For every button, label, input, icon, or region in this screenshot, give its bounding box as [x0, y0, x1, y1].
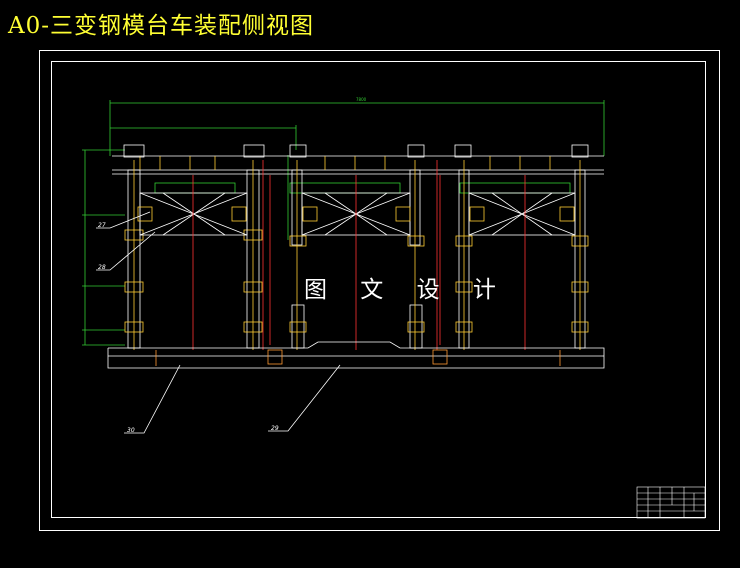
- column-cores: [124, 160, 589, 350]
- overall-dimension: 7800: [356, 97, 367, 102]
- top-walkway: [112, 155, 604, 175]
- centerlines: [192, 160, 526, 350]
- callout-27: 27: [98, 222, 106, 229]
- callout-30: 30: [127, 427, 135, 434]
- callout-29: 29: [271, 425, 279, 432]
- callout-28: 28: [98, 264, 106, 271]
- cross-bracing: [139, 192, 576, 236]
- watermark-text: 图 文 设 计: [304, 277, 509, 303]
- base-details: [155, 349, 561, 366]
- walkway-posts: [139, 156, 551, 170]
- title-block: [636, 486, 706, 519]
- leader-lines: [96, 211, 341, 434]
